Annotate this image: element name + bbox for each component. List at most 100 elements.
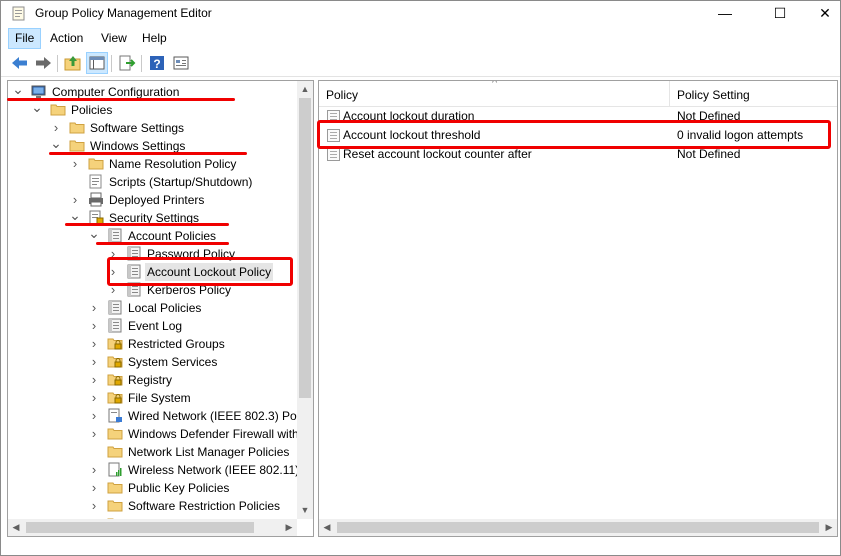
tree-node-network-list-manager-policies[interactable]: Network List Manager Policies xyxy=(8,443,298,461)
scroll-down-arrow-icon[interactable]: ▼ xyxy=(297,502,313,518)
scroll-left-arrow-icon[interactable]: ◀ xyxy=(8,519,24,535)
tree-node-label[interactable]: Windows Defender Firewall with xyxy=(126,425,301,443)
locked-folder-icon xyxy=(107,338,123,350)
tree-node-label[interactable]: Name Resolution Policy xyxy=(107,155,238,173)
scroll-right-arrow-icon[interactable]: ▶ xyxy=(821,519,837,535)
computer-icon xyxy=(31,85,46,98)
tree-node-label[interactable]: Software Settings xyxy=(88,119,186,137)
forward-icon[interactable] xyxy=(33,53,53,73)
tree-node-registry[interactable]: › Registry xyxy=(8,371,298,389)
folder-icon xyxy=(107,500,123,512)
column-header-policy-setting[interactable]: Policy Setting xyxy=(670,81,837,107)
tree-node-label[interactable]: Software Restriction Policies xyxy=(126,497,282,515)
chevron-right-icon[interactable]: › xyxy=(88,299,100,317)
chevron-right-icon[interactable]: › xyxy=(88,353,100,371)
menu-file[interactable]: File xyxy=(8,28,42,49)
tree-node-label[interactable]: Network List Manager Policies xyxy=(126,443,291,461)
list-horizontal-scrollbar[interactable]: ◀ ▶ xyxy=(319,519,837,536)
tree-node-event-log[interactable]: › Event Log xyxy=(8,317,298,335)
tree-horizontal-scroll-thumb[interactable] xyxy=(26,522,254,533)
chevron-right-icon[interactable]: › xyxy=(88,407,100,425)
tree-node-file-system[interactable]: › File System xyxy=(8,389,298,407)
chevron-right-icon[interactable]: › xyxy=(88,461,100,479)
back-icon[interactable] xyxy=(10,53,30,73)
toolbar-separator xyxy=(141,55,142,72)
tree-node-label[interactable]: Deployed Printers xyxy=(107,191,206,209)
chevron-right-icon[interactable]: › xyxy=(88,497,100,515)
tree-node-label[interactable]: Policies xyxy=(69,101,114,119)
tree-node-icon xyxy=(107,336,123,351)
maximize-button[interactable]: ☐ xyxy=(757,1,803,27)
folder-icon xyxy=(69,122,85,134)
tree-node-label[interactable]: Registry xyxy=(126,371,174,389)
tree-node-wired-network-ieee-802-3-polic[interactable]: › Wired Network (IEEE 802.3) Polic xyxy=(8,407,308,425)
scroll-right-arrow-icon[interactable]: ▶ xyxy=(281,519,297,535)
help-icon[interactable]: ? xyxy=(147,53,167,73)
show-hide-tree-icon[interactable] xyxy=(86,52,108,74)
minimize-button[interactable]: — xyxy=(702,1,748,27)
tree-node-system-services[interactable]: › System Services xyxy=(8,353,298,371)
wireless-network-icon xyxy=(108,462,122,477)
tree-node-icon xyxy=(88,156,104,171)
tree-node-label[interactable]: Wireless Network (IEEE 802.11) P xyxy=(126,461,313,479)
tree-node-icon xyxy=(88,174,104,189)
column-header-policy-setting-label: Policy Setting xyxy=(677,88,750,102)
tree-node-name-resolution-policy[interactable]: › Name Resolution Policy xyxy=(8,155,298,173)
tree-node-label[interactable]: Local Policies xyxy=(126,299,203,317)
scroll-left-arrow-icon[interactable]: ◀ xyxy=(319,519,335,535)
sort-indicator-icon: ^ xyxy=(492,80,498,89)
tree-node-local-policies[interactable]: › Local Policies xyxy=(8,299,298,317)
tree-node-icon xyxy=(107,426,123,441)
toolbar: ? xyxy=(1,50,840,77)
title-bar[interactable]: Group Policy Management Editor — ☐ ✕ xyxy=(1,1,840,27)
chevron-right-icon[interactable]: › xyxy=(88,425,100,443)
tree-node-deployed-printers[interactable]: › Deployed Printers xyxy=(8,191,298,209)
tree-node-scripts-startup-shutdown[interactable]: Scripts (Startup/Shutdown) xyxy=(8,173,298,191)
tree-node-public-key-policies[interactable]: › Public Key Policies xyxy=(8,479,298,497)
tree-vertical-scrollbar[interactable]: ▲ ▼ xyxy=(297,81,313,519)
policy-setting-icon xyxy=(327,148,340,161)
tree-node-label[interactable]: Event Log xyxy=(126,317,184,335)
scripts-icon xyxy=(89,174,102,189)
tree-node-windows-defender-firewall-with[interactable]: › Windows Defender Firewall with xyxy=(8,425,301,443)
tree-node-wireless-network-ieee-802-11-p[interactable]: › Wireless Network (IEEE 802.11) P xyxy=(8,461,311,479)
annotation-underline-security-settings xyxy=(65,223,229,226)
chevron-right-icon[interactable]: › xyxy=(88,389,100,407)
tree-node-label[interactable]: Restricted Groups xyxy=(126,335,227,353)
tree-node-label[interactable]: System Services xyxy=(126,353,219,371)
chevron-down-icon[interactable]: ⌄ xyxy=(31,100,43,119)
export-list-icon[interactable] xyxy=(117,53,137,73)
tree-node-software-restriction-policies[interactable]: › Software Restriction Policies xyxy=(8,497,298,515)
menu-view[interactable]: View xyxy=(95,28,133,49)
status-bar xyxy=(1,539,840,555)
scroll-up-arrow-icon[interactable]: ▲ xyxy=(297,81,313,97)
chevron-right-icon[interactable]: › xyxy=(88,371,100,389)
tree-node-label[interactable]: Public Key Policies xyxy=(126,479,231,497)
tree-node-label[interactable]: Scripts (Startup/Shutdown) xyxy=(107,173,254,191)
tree-node-label[interactable]: File System xyxy=(126,389,193,407)
properties-view-icon[interactable] xyxy=(171,53,191,73)
menu-bar: File Action View Help xyxy=(1,28,840,50)
annotation-underline-computer-configuration xyxy=(7,98,235,101)
toolbar-separator xyxy=(111,55,112,72)
chevron-right-icon[interactable]: › xyxy=(88,317,100,335)
menu-help[interactable]: Help xyxy=(136,28,173,49)
folder-icon xyxy=(88,158,104,170)
up-folder-icon[interactable] xyxy=(63,53,83,73)
tree-node-restricted-groups[interactable]: › Restricted Groups xyxy=(8,335,298,353)
list-horizontal-scroll-thumb[interactable] xyxy=(337,522,819,533)
annotation-box-account-lockout-threshold xyxy=(317,120,831,149)
chevron-right-icon[interactable]: › xyxy=(69,155,81,173)
chevron-right-icon[interactable]: › xyxy=(88,335,100,353)
console-tree-pane[interactable]: ⌄ Computer Configuration ⌄ Policies › Softwar… xyxy=(7,80,314,537)
menu-action[interactable]: Action xyxy=(44,28,89,49)
annotation-underline-windows-settings xyxy=(49,152,247,155)
tree-node-label[interactable]: Wired Network (IEEE 802.3) Polic xyxy=(126,407,310,425)
close-button[interactable]: ✕ xyxy=(802,1,841,27)
tree-node-policies[interactable]: ⌄ Policies xyxy=(8,100,298,119)
chevron-right-icon[interactable]: › xyxy=(88,479,100,497)
tree-vertical-scroll-thumb[interactable] xyxy=(299,98,311,398)
policy-book-icon xyxy=(108,318,122,333)
folder-icon xyxy=(69,140,85,152)
tree-horizontal-scrollbar[interactable]: ◀ ▶ xyxy=(8,519,297,536)
